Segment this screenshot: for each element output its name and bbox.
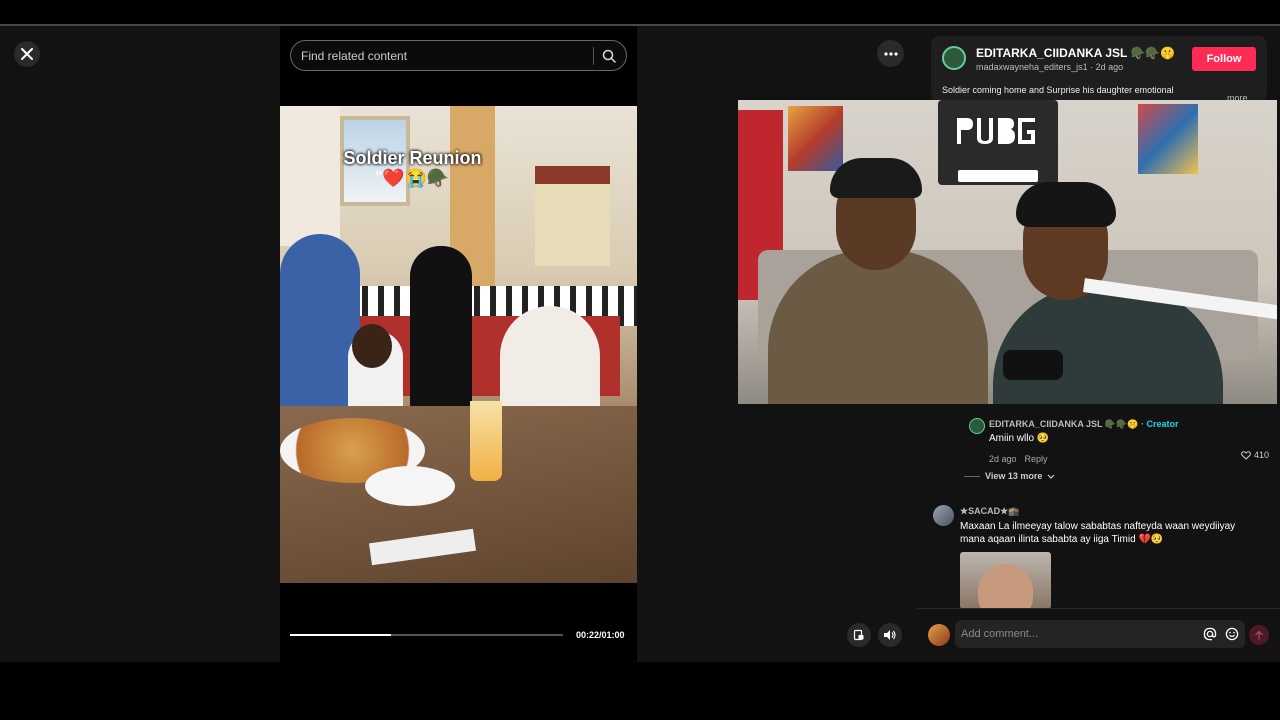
comment-image[interactable] [960, 552, 1051, 609]
video-caption-title: Soldier Reunion [343, 148, 482, 168]
picture-in-picture-video[interactable] [738, 100, 1277, 404]
follow-button[interactable]: Follow [1192, 47, 1256, 71]
comment-avatar[interactable] [969, 418, 985, 434]
pip-hair [1016, 182, 1116, 227]
volume-button[interactable] [878, 623, 902, 647]
comment-avatar[interactable] [933, 505, 954, 526]
comment-like-button[interactable]: 410 [1241, 450, 1269, 460]
mention-icon[interactable] [1203, 627, 1217, 641]
chevron-down-icon [1047, 474, 1055, 479]
video-time: 00:22/01:00 [576, 630, 625, 640]
creator-badge: · Creator [1140, 419, 1179, 429]
video-description: Soldier coming home and Surprise his dau… [942, 85, 1174, 98]
pip-logo-pubg [938, 104, 1058, 171]
arrow-up-icon [1255, 630, 1263, 640]
mini-player-icon [853, 629, 864, 641]
pubg-logo [947, 110, 1049, 156]
comment-text: Amiin wllo 🥺 [989, 433, 1050, 444]
more-options-button[interactable] [877, 40, 904, 67]
ellipsis-icon [883, 51, 898, 56]
pip-cap [830, 158, 922, 198]
view-more-replies[interactable]: View 13 more [964, 471, 1055, 481]
video-progress-fill [290, 634, 391, 636]
heart-icon [1241, 450, 1251, 460]
close-button[interactable] [14, 41, 40, 67]
video-frame[interactable]: Soldier Reunion "❤️😭🪖 [280, 106, 637, 583]
current-user-avatar[interactable] [928, 624, 950, 646]
search-icon[interactable] [602, 49, 616, 63]
comment-text: Maxaan La ilmeeyay talow sababtas naftey… [960, 521, 1236, 545]
mobile-wordmark [958, 170, 1038, 182]
comment-box[interactable] [955, 620, 1245, 648]
video-progress-bar[interactable] [290, 634, 563, 636]
search-bar[interactable] [290, 40, 627, 71]
comment-item: ★SACAD★🕋 Maxaan La ilmeeyay talow sababt… [960, 506, 1260, 546]
view-more-label: View 13 more [985, 471, 1043, 481]
author-name[interactable]: EDITARKA_CIIDANKA JSL 🪖🪖🤫 [976, 46, 1175, 60]
search-separator [593, 46, 594, 65]
scene-juice [470, 401, 502, 481]
author-avatar[interactable] [942, 46, 966, 70]
send-button[interactable] [1249, 625, 1269, 645]
view-more-line [964, 475, 980, 477]
search-input[interactable] [301, 48, 585, 63]
comment-input[interactable] [961, 628, 1203, 640]
emoji-icon[interactable] [1225, 627, 1239, 641]
scene-child-head [352, 324, 392, 368]
close-icon [21, 48, 33, 60]
comment-meta: 2d ago Reply [989, 449, 1259, 467]
reply-button[interactable]: Reply [1025, 454, 1048, 464]
scene-plate [365, 466, 455, 506]
comment-like-count: 410 [1254, 450, 1270, 460]
comment-author[interactable]: EDITARKA_CIIDANKA JSL 🪖🪖🤫 [989, 419, 1138, 429]
scene-cabinet [535, 166, 610, 266]
pip-painting-left [788, 106, 843, 171]
comment-author[interactable]: ★SACAD★🕋 [960, 506, 1260, 517]
comment-time: 2d ago [989, 454, 1017, 464]
comment-item: EDITARKA_CIIDANKA JSL 🪖🪖🤫 · Creator Amii… [989, 419, 1259, 467]
volume-icon [884, 630, 896, 640]
pip-microphone [1003, 350, 1063, 380]
pip-painting-right [1138, 104, 1198, 174]
video-caption-emoji: "❤️😭🪖 [375, 168, 450, 188]
comment-image-face [978, 564, 1033, 609]
floating-player-button[interactable] [847, 623, 871, 647]
author-handle: madaxwayneha_editers_js1 · 2d ago [976, 62, 1124, 72]
